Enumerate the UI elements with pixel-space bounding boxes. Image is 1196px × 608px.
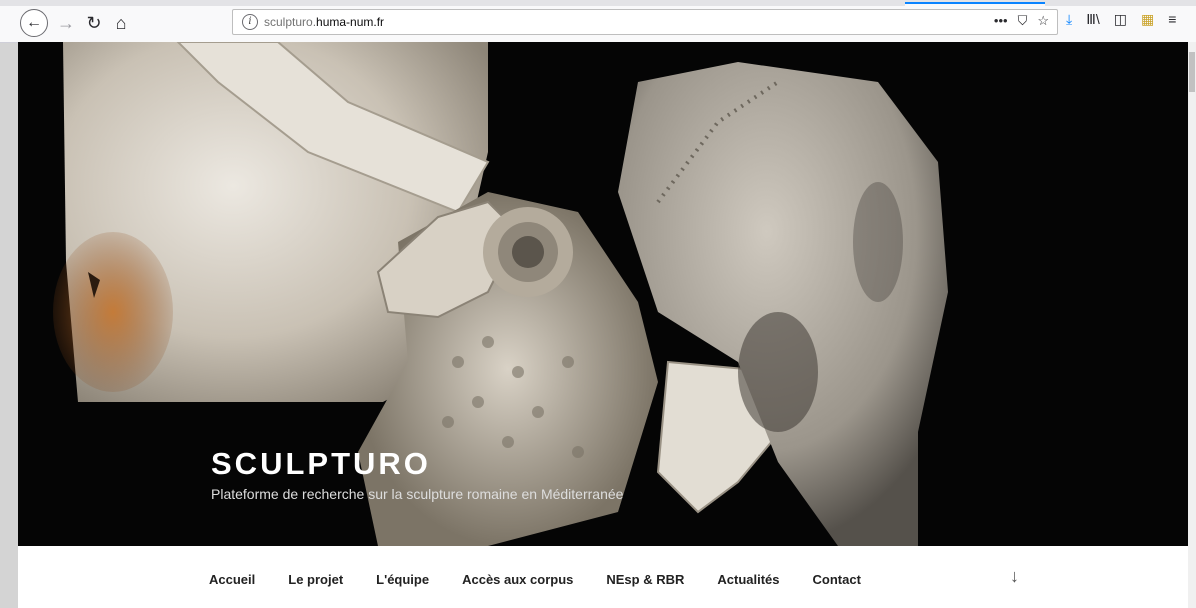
active-tab[interactable] [905, 2, 1045, 8]
extension-icon[interactable]: ▦ [1141, 11, 1154, 28]
bookmark-star-icon[interactable]: ☆ [1037, 13, 1049, 29]
hero-banner: SCULPTURO Plateforme de recherche sur la… [18, 42, 1188, 546]
home-button[interactable]: ⌂ [107, 9, 135, 37]
browser-toolbar: ⤓ Ⅲ\ ◫ ▦ ≡ [1066, 11, 1176, 28]
home-icon: ⌂ [115, 12, 127, 33]
reload-icon: ↻ [86, 12, 102, 33]
tab-strip [0, 0, 1196, 8]
scroll-down-arrow-icon[interactable]: ↓ [1010, 566, 1019, 587]
url-bar[interactable]: i sculpturo.huma-num.fr ••• ⛉ ☆ [232, 9, 1058, 35]
url-domain: huma-num.fr [316, 15, 385, 29]
nav-item-equipe[interactable]: L'équipe [376, 572, 429, 587]
site-description: Plateforme de recherche sur la sculpture… [211, 486, 624, 502]
download-icon[interactable]: ⤓ [1066, 11, 1072, 28]
main-navigation: Accueil Le projet L'équipe Accès aux cor… [18, 546, 1188, 608]
info-icon[interactable]: i [242, 14, 258, 30]
site-title[interactable]: SCULPTURO [211, 446, 431, 482]
arrow-right-icon: → [57, 12, 75, 33]
nav-item-accueil[interactable]: Accueil [209, 572, 255, 587]
sculpture-relief-image [53, 42, 948, 546]
url-prefix: sculpturo. [264, 15, 317, 29]
nav-item-contact[interactable]: Contact [813, 572, 861, 587]
pocket-icon[interactable]: ⛉ [1018, 13, 1028, 29]
url-text[interactable]: sculpturo.huma-num.fr [264, 15, 384, 29]
nav-item-actualites[interactable]: Actualités [717, 572, 779, 587]
nav-item-acces-corpus[interactable]: Accès aux corpus [462, 572, 573, 587]
sidebar-icon[interactable]: ◫ [1114, 11, 1127, 28]
page-scrollbar[interactable] [1188, 42, 1196, 608]
scrollbar-thumb[interactable] [1189, 52, 1195, 92]
hamburger-menu-icon[interactable]: ≡ [1168, 11, 1176, 28]
library-icon[interactable]: Ⅲ\ [1086, 11, 1100, 28]
nav-item-nesp-rbr[interactable]: NEsp & RBR [606, 572, 684, 587]
browser-chrome: ← → ↻ ⌂ i sculpturo.huma-num.fr ••• ⛉ ☆ … [0, 0, 1196, 43]
page-actions: ••• ⛉ ☆ [994, 13, 1049, 29]
arrow-left-icon: ← [26, 14, 42, 31]
web-page: SCULPTURO Plateforme de recherche sur la… [18, 42, 1188, 608]
nav-item-le-projet[interactable]: Le projet [288, 572, 343, 587]
back-button[interactable]: ← [20, 9, 48, 37]
page-actions-menu-icon[interactable]: ••• [994, 13, 1008, 29]
reload-button[interactable]: ↻ [80, 9, 108, 37]
forward-button[interactable]: → [52, 9, 80, 37]
